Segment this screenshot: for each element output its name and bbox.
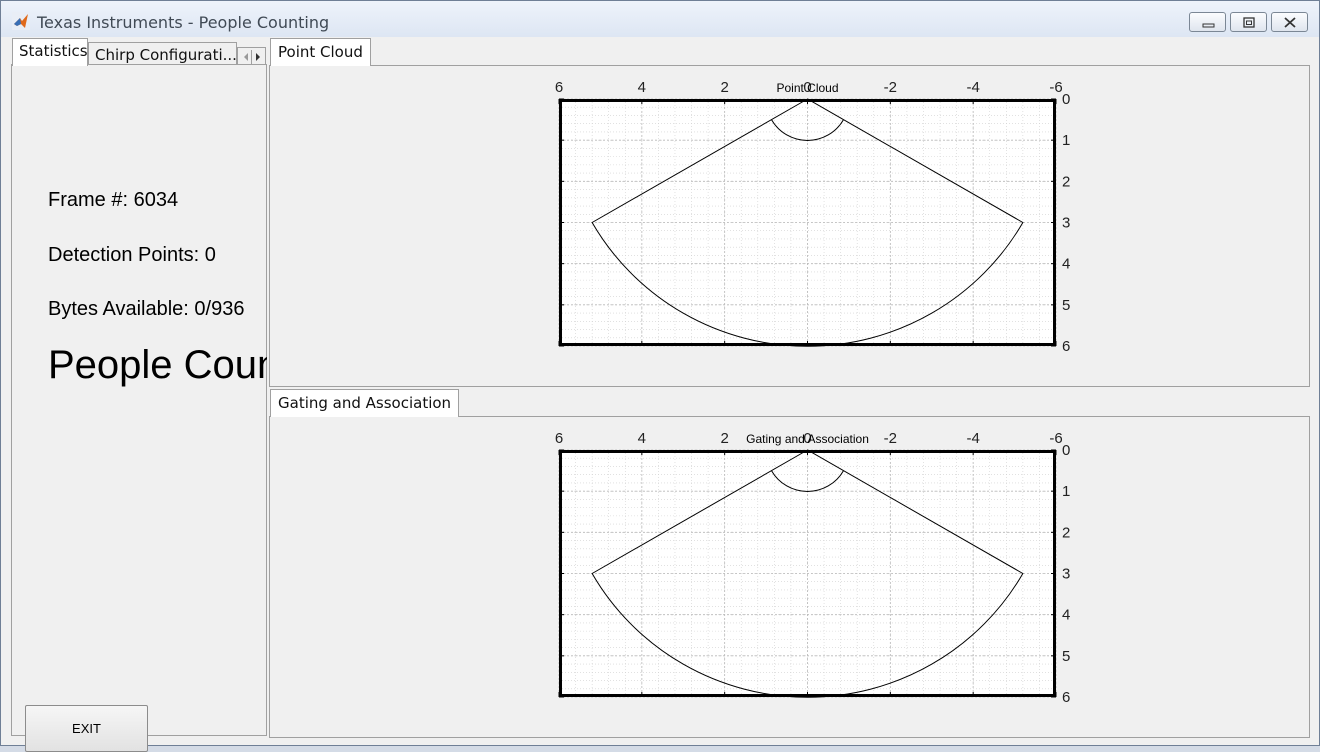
gating-association-chart: 6 4 2 0 -2 -4 -60123456Gating and Association — [555, 430, 1071, 706]
tab-point-cloud[interactable]: Point Cloud — [270, 38, 371, 66]
tab-statistics[interactable]: Statistics — [12, 38, 88, 66]
window-title: Texas Instruments - People Counting — [37, 13, 330, 32]
y-tick-label: 0 — [1062, 91, 1070, 108]
x-tick-label: 2 — [720, 430, 728, 447]
x-tick-label: 4 — [638, 430, 646, 447]
minimize-icon — [1202, 23, 1215, 28]
app-window: Texas Instruments - People Counting Stat… — [0, 0, 1320, 752]
detection-points: Detection Points: 0 — [48, 244, 216, 266]
y-tick-label: 3 — [1062, 215, 1070, 232]
point-cloud-panel: Point Cloud 6 4 2 0 -2 -4 -6 0 1 2 3 4 5 6 Point Cloud — [269, 38, 1310, 387]
y-tick-label: 3 — [1062, 566, 1070, 583]
restore-icon — [1243, 17, 1255, 28]
x-tick-label: 6 — [555, 79, 563, 96]
x-tick-label: 4 — [638, 79, 646, 96]
x-tick-label: -2 — [884, 430, 897, 447]
point-cloud-chart: 6 4 2 0 -2 -4 -60123456Point Cloud — [555, 79, 1071, 355]
y-tick-label: 5 — [1062, 297, 1070, 314]
frame-number: Frame #: 6034 — [48, 189, 179, 211]
bytes-available: Bytes Available: 0/936 — [48, 298, 245, 320]
chart-title: Gating and Association — [746, 432, 869, 446]
x-tick-label: -6 — [1049, 430, 1062, 447]
x-tick-label: -4 — [966, 430, 979, 447]
y-tick-label: 4 — [1062, 607, 1070, 624]
y-tick-label: 2 — [1062, 524, 1070, 541]
statistics-panel: Frame #: 6034 Detection Points: 0 Bytes … — [11, 64, 267, 752]
x-tick-label: -2 — [884, 79, 897, 96]
x-tick-label: -6 — [1049, 79, 1062, 96]
x-tick-label: 6 — [555, 430, 563, 447]
y-tick-label: 5 — [1062, 648, 1070, 665]
exit-button[interactable]: EXIT — [25, 705, 148, 752]
y-tick-label: 1 — [1062, 132, 1070, 149]
matlab-logo-icon — [12, 12, 30, 30]
close-icon — [1284, 17, 1296, 28]
chart-title: Point Cloud — [776, 81, 838, 95]
people-count: People Count — [48, 343, 267, 387]
restore-button[interactable] — [1230, 12, 1267, 32]
tab-gating-association[interactable]: Gating and Association — [270, 389, 460, 417]
minimize-button[interactable] — [1189, 12, 1226, 32]
y-tick-label: 4 — [1062, 256, 1070, 273]
y-tick-label: 6 — [1062, 338, 1070, 355]
people-count-clip: People Count — [12, 335, 267, 395]
gating-association-panel: Gating and Association 6 4 2 0 -2 -4 -6 0 1 2 3 4 5 6… — [269, 389, 1310, 738]
x-tick-label: -4 — [966, 79, 979, 96]
y-tick-label: 1 — [1062, 483, 1070, 500]
x-tick-label: 2 — [720, 79, 728, 96]
title-bar[interactable]: Texas Instruments - People Counting — [1, 1, 1319, 37]
y-tick-label: 0 — [1062, 442, 1070, 459]
close-button[interactable] — [1271, 12, 1308, 32]
client-area: Statistics Chirp Configurati... Frame #:… — [9, 37, 1311, 752]
y-tick-label: 2 — [1062, 173, 1070, 190]
y-tick-label: 6 — [1062, 689, 1070, 706]
